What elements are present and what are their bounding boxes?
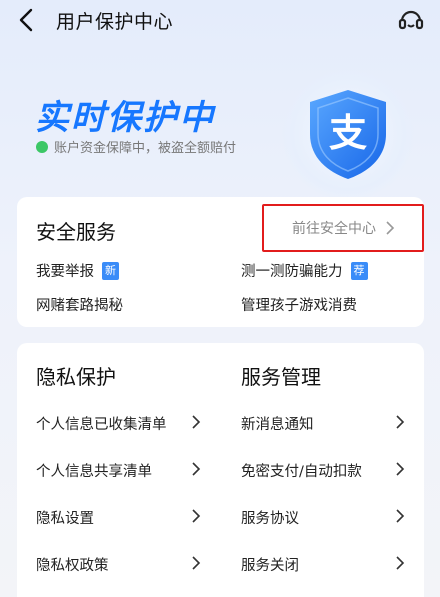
chevron-right-icon[interactable] xyxy=(395,461,405,477)
status-dot-icon xyxy=(36,140,48,153)
shared-info-list-item[interactable]: 个人信息共享清单 xyxy=(36,460,152,481)
recommended-badge: 荐 xyxy=(350,261,368,280)
fraud-test-label: 测一测防骗能力 xyxy=(241,264,343,280)
back-button[interactable] xyxy=(14,6,42,34)
chevron-right-icon[interactable] xyxy=(395,555,405,571)
chevron-right-icon[interactable] xyxy=(395,414,405,430)
privacy-settings-item[interactable]: 隐私设置 xyxy=(36,507,94,528)
message-notification-item[interactable]: 新消息通知 xyxy=(241,413,314,434)
goto-security-center-label: 前往安全中心 xyxy=(292,221,376,237)
page-title: 用户保护中心 xyxy=(56,11,174,33)
headset-icon xyxy=(398,10,424,30)
child-game-spending-label: 管理孩子游戏消费 xyxy=(241,298,357,314)
privacy-protection-title: 隐私保护 xyxy=(36,365,116,389)
collected-info-list-item[interactable]: 个人信息已收集清单 xyxy=(36,413,167,434)
security-services-title: 安全服务 xyxy=(36,220,116,244)
gambling-tricks-link[interactable]: 网赌套路揭秘 xyxy=(36,294,123,315)
protection-status-title: 实时保护中 xyxy=(35,98,215,138)
chevron-left-icon xyxy=(19,8,33,32)
privacy-policy-item[interactable]: 隐私权政策 xyxy=(36,554,109,575)
top-bar: 用户保护中心 xyxy=(0,0,440,44)
child-game-spending-link[interactable]: 管理孩子游戏消费 xyxy=(241,294,357,315)
fraud-test-link[interactable]: 测一测防骗能力 荐 xyxy=(241,260,368,281)
privacy-management-card: 隐私保护 服务管理 个人信息已收集清单 新消息通知 个人信息共享清单 免密支付/… xyxy=(17,343,424,597)
security-services-card: 安全服务 前往安全中心 我要举报 新 测一测防骗能力 荐 网赌套路揭秘 管理孩子… xyxy=(17,197,424,327)
service-agreement-item[interactable]: 服务协议 xyxy=(241,507,299,528)
password-free-payment-item[interactable]: 免密支付/自动扣款 xyxy=(241,460,362,481)
report-label: 我要举报 xyxy=(36,264,94,280)
alipay-shield-icon: 支 xyxy=(310,90,386,179)
protection-status-subtitle: 账户资金保障中，被盗全额赔付 xyxy=(36,137,236,156)
shield-glyph: 支 xyxy=(329,111,367,155)
chevron-right-icon[interactable] xyxy=(191,461,201,477)
service-close-item[interactable]: 服务关闭 xyxy=(241,554,299,575)
gambling-tricks-label: 网赌套路揭秘 xyxy=(36,298,123,314)
new-badge: 新 xyxy=(102,261,119,280)
protection-subtitle-text: 账户资金保障中，被盗全额赔付 xyxy=(54,141,237,156)
report-link[interactable]: 我要举报 新 xyxy=(36,260,119,281)
chevron-right-icon[interactable] xyxy=(395,508,405,524)
chevron-right-icon[interactable] xyxy=(191,555,201,571)
chevron-right-icon[interactable] xyxy=(191,414,201,430)
goto-security-center-link[interactable]: 前往安全中心 xyxy=(262,204,424,252)
shield-illustration: 支 xyxy=(282,68,414,200)
chevron-right-icon[interactable] xyxy=(191,508,201,524)
customer-service-button[interactable] xyxy=(396,5,426,35)
service-management-title: 服务管理 xyxy=(241,365,321,389)
chevron-right-icon xyxy=(386,221,395,235)
